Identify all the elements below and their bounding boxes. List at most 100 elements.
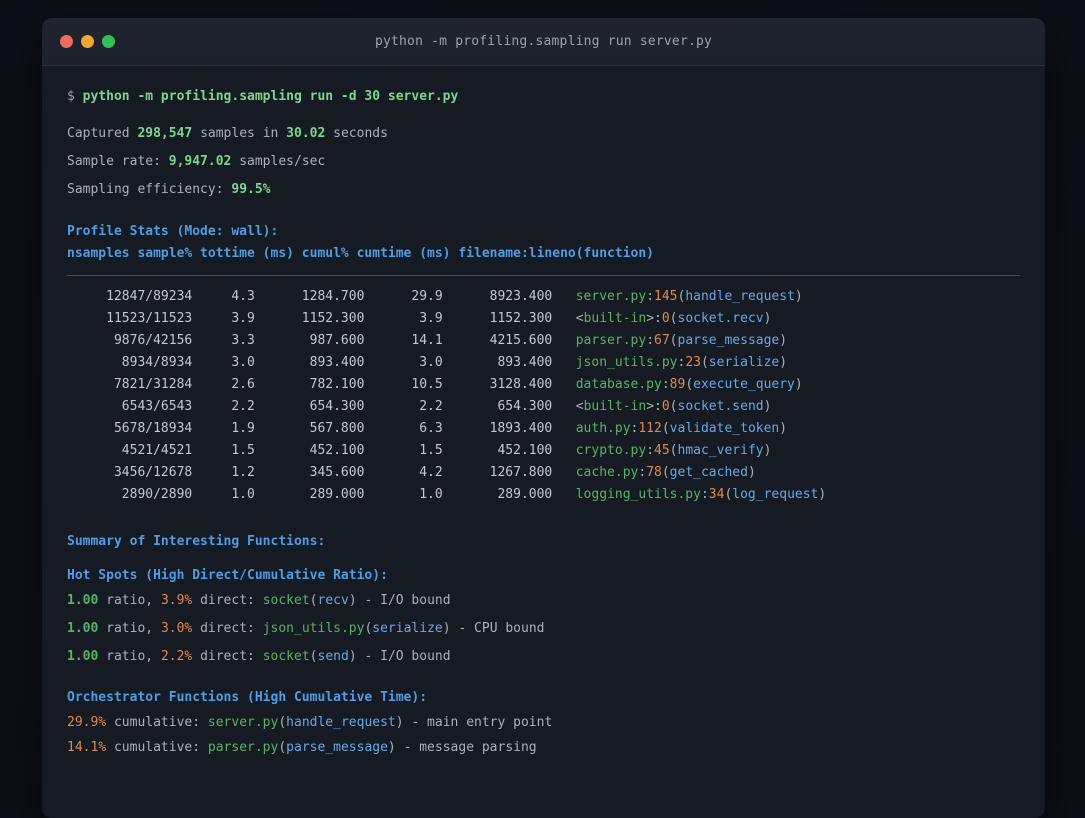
text-token: parser.py bbox=[575, 333, 647, 348]
text-token: ) bbox=[763, 311, 772, 326]
text-token: : bbox=[646, 333, 655, 348]
text-token: ) bbox=[763, 443, 772, 458]
table-header: nsamples sample% tottime (ms) cumul% cum… bbox=[67, 243, 1020, 265]
text-token: - message parsing bbox=[395, 740, 537, 755]
text-token: hmac_verify bbox=[677, 443, 764, 458]
stat-efficiency: Sampling efficiency: 99.5% bbox=[67, 179, 1020, 201]
hot-spot-line: 1.00 ratio, 3.9% direct: socket(recv) - … bbox=[67, 590, 1020, 612]
text-token: recv bbox=[317, 593, 349, 608]
hot-spot-line: 1.00 ratio, 3.0% direct: json_utils.py(s… bbox=[67, 618, 1020, 640]
text-token: 0 bbox=[661, 399, 670, 414]
text-token: 112 bbox=[638, 421, 662, 436]
text-token: ) bbox=[779, 333, 788, 348]
text-token: >: bbox=[646, 311, 662, 326]
text-token: : bbox=[646, 443, 655, 458]
text-token: Sample rate: bbox=[67, 154, 169, 169]
text-token: ( bbox=[669, 333, 678, 348]
summary-heading: Summary of Interesting Functions: bbox=[67, 531, 1020, 553]
text-token: built-in bbox=[583, 311, 647, 326]
text-token: Profile Stats (Mode: wall): bbox=[67, 224, 279, 239]
table-row: 6543/6543 2.2 654.300 2.2 654.300 <built… bbox=[67, 396, 1020, 418]
text-token: ) bbox=[747, 465, 756, 480]
text-token: ( bbox=[685, 377, 694, 392]
minimize-button[interactable] bbox=[81, 35, 94, 48]
orchestrator-line: 29.9% cumulative: server.py(handle_reque… bbox=[67, 712, 1020, 734]
text-token: ( bbox=[309, 649, 318, 664]
text-token: logging_utils.py bbox=[575, 487, 701, 502]
text-token: 145 bbox=[654, 289, 678, 304]
text-token: : bbox=[661, 377, 670, 392]
text-token: 3.0% bbox=[160, 621, 193, 636]
hot-spot-line: 1.00 ratio, 2.2% direct: socket(send) - … bbox=[67, 646, 1020, 668]
text-token: < bbox=[575, 311, 584, 326]
text-token: 12847/89234 4.3 1284.700 29.9 8923.400 bbox=[67, 289, 576, 304]
text-token: ) bbox=[779, 421, 788, 436]
text-token: cumulative: bbox=[106, 740, 208, 755]
text-token: 4521/4521 1.5 452.100 1.5 452.100 bbox=[67, 443, 576, 458]
text-token: ( bbox=[669, 399, 678, 414]
text-token: crypto.py bbox=[575, 443, 647, 458]
text-token: 2.2% bbox=[160, 649, 193, 664]
text-token: serialize bbox=[372, 621, 443, 636]
text-token: Summary of Interesting Functions: bbox=[67, 534, 326, 549]
zoom-button[interactable] bbox=[102, 35, 115, 48]
table-row: 11523/11523 3.9 1152.300 3.9 1152.300 <b… bbox=[67, 308, 1020, 330]
terminal-output: $ python -m profiling.sampling run -d 30… bbox=[42, 66, 1045, 779]
orchestrator-line: 14.1% cumulative: parser.py(parse_messag… bbox=[67, 737, 1020, 759]
text-token: 99.5% bbox=[231, 182, 271, 197]
text-token: 2890/2890 1.0 289.000 1.0 289.000 bbox=[67, 487, 576, 502]
text-token: parse_message bbox=[677, 333, 780, 348]
window-controls bbox=[60, 18, 115, 65]
text-token: built-in bbox=[583, 399, 647, 414]
text-token: database.py bbox=[575, 377, 662, 392]
text-token: Sampling efficiency: bbox=[67, 182, 232, 197]
text-token: python -m profiling.sampling run -d 30 s… bbox=[82, 89, 459, 104]
text-token: 9,947.02 bbox=[168, 154, 232, 169]
text-token: $ bbox=[67, 89, 83, 104]
text-token: ratio, bbox=[98, 649, 161, 664]
text-token: socket.recv bbox=[677, 311, 764, 326]
text-token: serialize bbox=[708, 355, 780, 370]
text-token: >: bbox=[646, 399, 662, 414]
profile-stats-heading: Profile Stats (Mode: wall): bbox=[67, 221, 1020, 243]
text-token: 78 bbox=[646, 465, 662, 480]
text-token: : bbox=[638, 465, 647, 480]
text-token: 1.00 bbox=[67, 593, 99, 608]
text-token: 45 bbox=[654, 443, 670, 458]
table-header-rule bbox=[67, 275, 1020, 276]
text-token: 30.02 bbox=[286, 126, 326, 141]
table-row: 3456/12678 1.2 345.600 4.2 1267.800 cach… bbox=[67, 462, 1020, 484]
text-token: 0 bbox=[661, 311, 670, 326]
table-row: 9876/42156 3.3 987.600 14.1 4215.600 par… bbox=[67, 330, 1020, 352]
text-token: ) bbox=[348, 649, 357, 664]
text-token: direct: bbox=[192, 621, 263, 636]
text-token: server.py bbox=[207, 715, 279, 730]
text-token: auth.py bbox=[575, 421, 631, 436]
text-token: seconds bbox=[325, 126, 388, 141]
text-token: socket.send bbox=[677, 399, 764, 414]
text-token: cache.py bbox=[575, 465, 639, 480]
text-token: 1.00 bbox=[67, 649, 99, 664]
table-row: 8934/8934 3.0 893.400 3.0 893.400 json_u… bbox=[67, 352, 1020, 374]
close-button[interactable] bbox=[60, 35, 73, 48]
text-token: direct: bbox=[192, 593, 263, 608]
text-token: ) bbox=[387, 740, 396, 755]
text-token: Captured bbox=[67, 126, 138, 141]
text-token: 29.9% bbox=[67, 715, 107, 730]
text-token: send bbox=[317, 649, 349, 664]
text-token: parser.py bbox=[207, 740, 279, 755]
text-token: ( bbox=[669, 311, 678, 326]
text-token: ( bbox=[278, 715, 287, 730]
text-token: ( bbox=[278, 740, 287, 755]
orchestrator-heading: Orchestrator Functions (High Cumulative … bbox=[67, 687, 1020, 709]
text-token: direct: bbox=[192, 649, 263, 664]
text-token: execute_query bbox=[693, 377, 795, 392]
text-token: - CPU bound bbox=[450, 621, 545, 636]
titlebar[interactable]: python -m profiling.sampling run server.… bbox=[42, 18, 1045, 66]
text-token: 3456/12678 1.2 345.600 4.2 1267.800 bbox=[67, 465, 576, 480]
text-token: handle_request bbox=[286, 715, 396, 730]
text-token: 7821/31284 2.6 782.100 10.5 3128.400 bbox=[67, 377, 576, 392]
text-token: : bbox=[700, 487, 709, 502]
text-token: ) bbox=[442, 621, 451, 636]
text-token: Hot Spots (High Direct/Cumulative Ratio)… bbox=[67, 568, 388, 583]
